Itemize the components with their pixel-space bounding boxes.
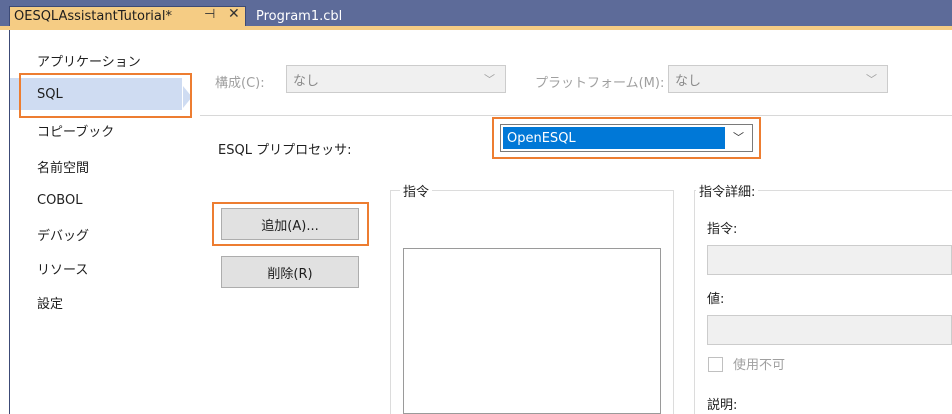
tab-oesql-assistant-tutorial[interactable]: OESQLAssistantTutorial* ⊣ ✕: [9, 6, 246, 26]
selected-arrow-icon: [183, 86, 192, 108]
delete-button[interactable]: 削除(R): [221, 256, 359, 288]
platform-label: プラットフォーム(M):: [535, 76, 665, 91]
sidebar-item-label: 名前空間: [37, 160, 90, 176]
pin-icon[interactable]: ⊣: [204, 7, 215, 22]
value-field[interactable]: [707, 315, 952, 345]
document-tab-bar: OESQLAssistantTutorial* ⊣ ✕ Program1.cbl: [0, 0, 952, 26]
disabled-checkbox[interactable]: [708, 357, 723, 372]
config-label: 構成(C):: [215, 76, 265, 91]
sidebar-item-label: デバッグ: [37, 228, 90, 244]
separator: [200, 115, 952, 116]
description-label: 説明:: [707, 398, 738, 413]
sidebar-item-resources[interactable]: リソース: [10, 252, 182, 284]
sidebar-item-label: リソース: [37, 262, 89, 278]
directives-group-title: 指令: [400, 181, 433, 200]
directive-label: 指令:: [707, 222, 738, 237]
sidebar-item-sql[interactable]: SQL: [10, 78, 182, 110]
platform-dropdown[interactable]: なし ﹀: [668, 65, 888, 93]
tab-label: OESQLAssistantTutorial*: [14, 9, 172, 24]
config-value: なし: [293, 73, 320, 89]
sidebar-item-settings[interactable]: 設定: [10, 286, 182, 318]
esql-preprocessor-dropdown[interactable]: OpenESQL ﹀: [500, 124, 753, 152]
add-button[interactable]: 追加(A)...: [221, 208, 359, 240]
sidebar-item-cobol[interactable]: COBOL: [10, 184, 182, 216]
directive-field[interactable]: [707, 245, 952, 275]
sidebar-item-label: COBOL: [37, 192, 83, 208]
sidebar-item-label: SQL: [37, 86, 63, 102]
sidebar-item-label: アプリケーション: [37, 54, 141, 70]
tab-program1[interactable]: Program1.cbl: [252, 6, 342, 26]
chevron-down-icon: ﹀: [484, 73, 495, 86]
config-dropdown[interactable]: なし ﹀: [286, 65, 506, 93]
directives-listbox[interactable]: [403, 248, 661, 414]
esql-preprocessor-value: OpenESQL: [503, 127, 725, 149]
sidebar-item-label: コピーブック: [37, 124, 115, 140]
directive-details-title: 指令詳細:: [696, 181, 759, 200]
sidebar-item-copybook[interactable]: コピーブック: [10, 114, 182, 146]
sidebar-item-debug[interactable]: デバッグ: [10, 218, 182, 250]
sidebar-item-label: 設定: [37, 296, 64, 312]
disabled-checkbox-label: 使用不可: [733, 358, 786, 373]
sidebar-item-namespace[interactable]: 名前空間: [10, 150, 182, 182]
chevron-down-icon: ﹀: [866, 73, 877, 86]
platform-value: なし: [675, 73, 702, 89]
value-label: 値:: [707, 292, 725, 307]
tab-label: Program1.cbl: [256, 8, 343, 24]
sidebar: アプリケーション SQL コピーブック 名前空間 COBOL デバッグ リソース…: [10, 30, 190, 414]
sidebar-item-application[interactable]: アプリケーション: [10, 44, 182, 76]
chevron-down-icon: ﹀: [733, 131, 744, 144]
close-icon[interactable]: ✕: [228, 6, 240, 22]
esql-preprocessor-label: ESQL プリプロセッサ:: [218, 143, 352, 158]
